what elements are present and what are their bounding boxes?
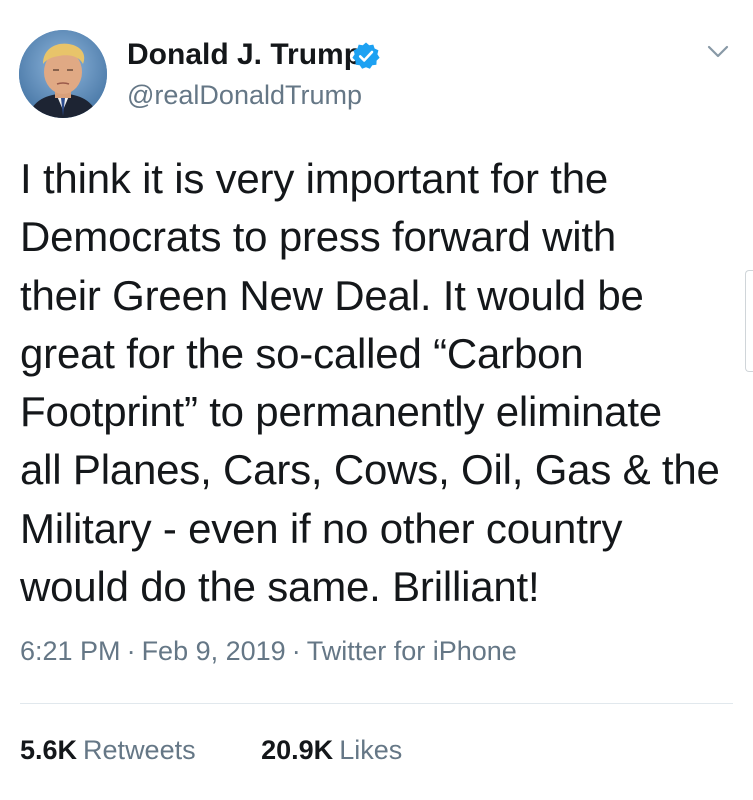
tweet-source[interactable]: Twitter for iPhone [307, 636, 517, 666]
avatar-image [19, 30, 107, 118]
tweet-text-line: all Planes, Cars, Cows, Oil, Gas & the [20, 446, 720, 494]
chevron-down-icon[interactable] [703, 40, 733, 64]
avatar[interactable] [19, 30, 107, 118]
tweet-text-line: Military - even if no other country [20, 504, 623, 552]
tweet-text-line: Democrats to press forward with [20, 213, 616, 261]
tweet-text-line: great for the so-called “Carbon [20, 329, 584, 377]
meta-separator: · [126, 636, 136, 666]
verified-badge-icon [352, 42, 380, 69]
retweets-label: Retweets [83, 735, 196, 765]
display-name[interactable]: Donald J. Trump [127, 38, 362, 72]
likes-stat[interactable]: 20.9K Likes [261, 735, 402, 766]
retweets-count: 5.6K [20, 735, 78, 765]
tweet-text-line: would do the same. Brilliant! [20, 563, 540, 611]
likes-label: Likes [339, 735, 403, 765]
retweets-stat[interactable]: 5.6K Retweets [20, 735, 196, 766]
divider [20, 703, 733, 704]
tweet-timestamp[interactable]: 6:21 PM [20, 636, 121, 666]
tweet-metadata: 6:21 PM · Feb 9, 2019 · Twitter for iPhone [20, 636, 517, 667]
tweet-date[interactable]: Feb 9, 2019 [142, 636, 286, 666]
meta-separator: · [291, 636, 301, 666]
tweet-text-line: Footprint” to permanently eliminate [20, 388, 662, 436]
tweet-text-line: I think it is very important for the [20, 155, 609, 202]
tweet-detail: Donald J. Trump @realDonaldTrump I think… [0, 0, 753, 800]
user-handle[interactable]: @realDonaldTrump [127, 80, 362, 111]
likes-count: 20.9K [261, 735, 334, 765]
tweet-text-line: their Green New Deal. It would be [20, 271, 644, 319]
tweet-text: I think it is very important for the Dem… [20, 150, 750, 616]
tweet-stats: 5.6K Retweets 20.9K Likes [20, 735, 402, 766]
